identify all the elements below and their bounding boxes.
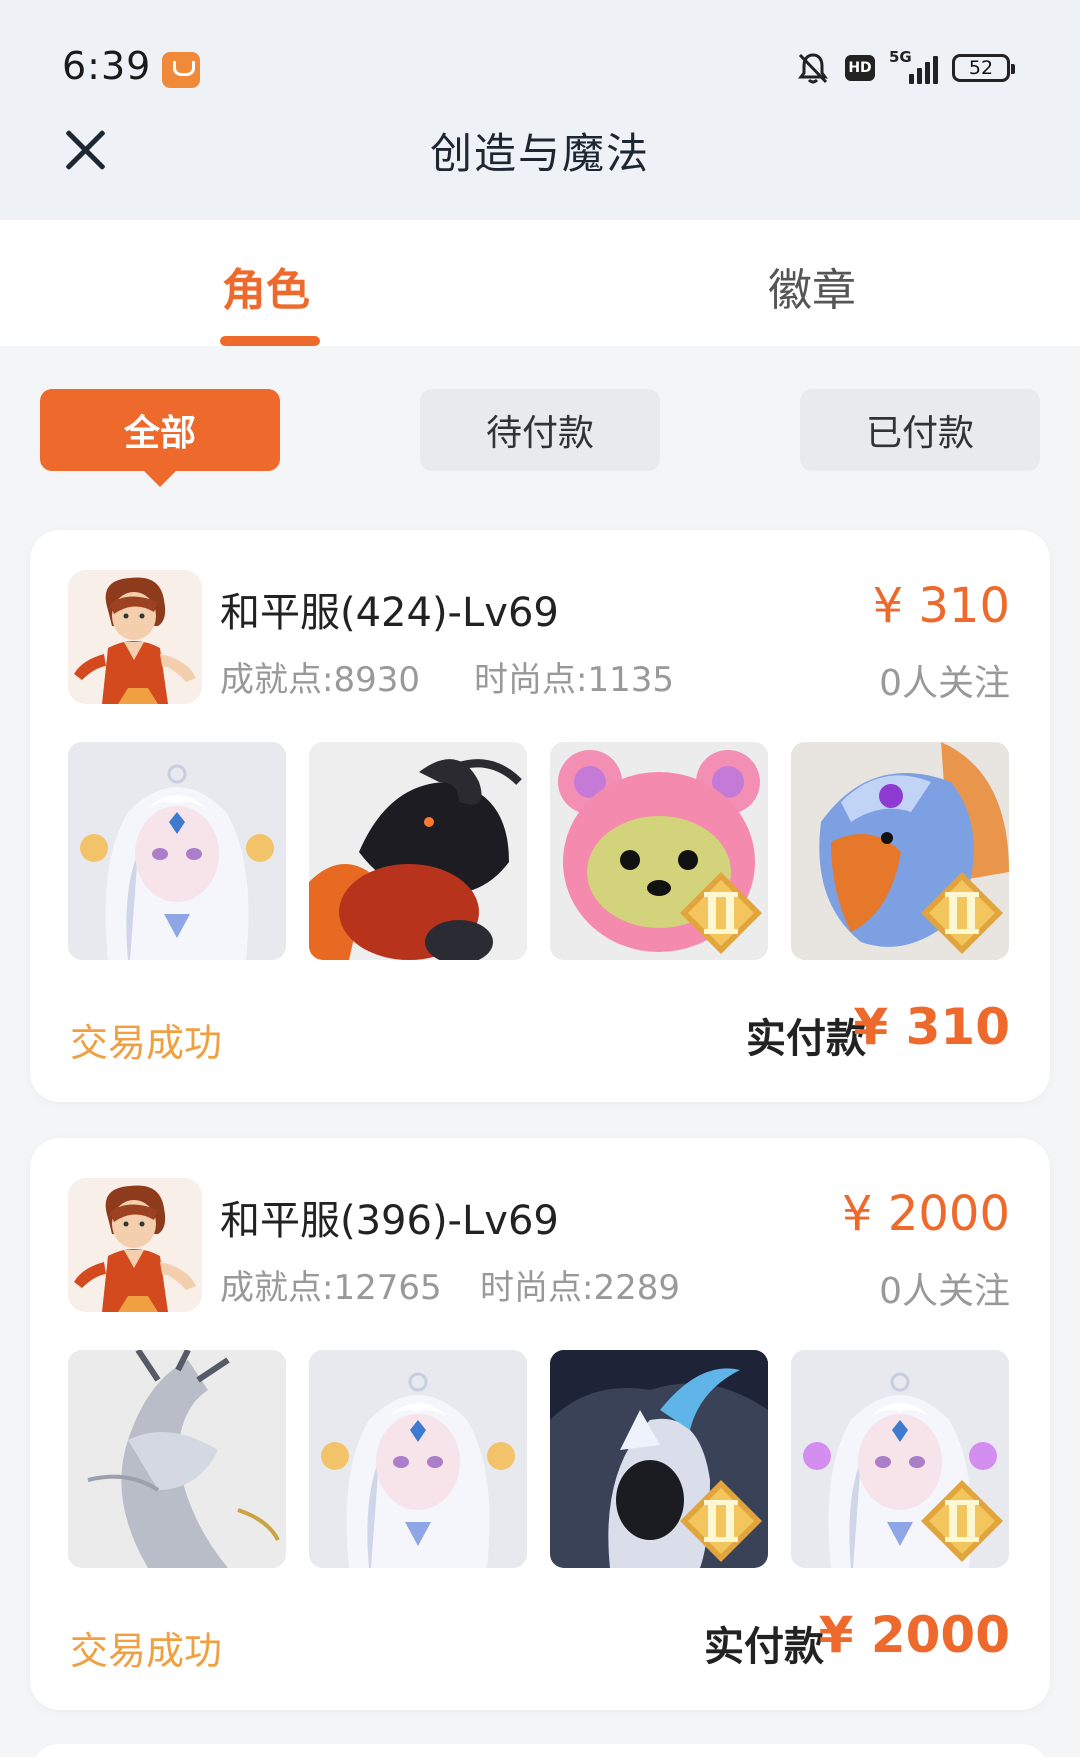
hd-icon: HD xyxy=(845,55,875,81)
page-title: 创造与魔法 xyxy=(429,129,650,178)
rank-badge-icon xyxy=(676,1476,766,1566)
item-thumbnails xyxy=(68,1350,1009,1568)
status-icons: HD 5G 52 xyxy=(795,48,1015,88)
battery-level: 52 xyxy=(968,57,994,79)
next-order-card[interactable] xyxy=(30,1744,1050,1757)
follower-count: 0人关注 xyxy=(879,663,1010,704)
tab-badges[interactable]: 徽章 xyxy=(768,254,856,318)
fashion-points: 时尚点:1135 xyxy=(474,660,674,700)
character-avatar xyxy=(68,570,202,704)
order-status: 交易成功 xyxy=(70,1021,223,1065)
paid-amount: ¥ 2000 xyxy=(818,1606,1010,1664)
server-name: 和平服(396)-Lv69 xyxy=(220,1198,559,1244)
network-label: 5G xyxy=(889,48,912,66)
server-name: 和平服(424)-Lv69 xyxy=(220,590,559,636)
nav-bar: 创造与魔法 xyxy=(0,110,1080,220)
item-thumbnail xyxy=(68,742,286,960)
status-bar: 6:39 HD 5G 52 xyxy=(0,0,1080,110)
paid-label: 实付款 xyxy=(746,1016,866,1062)
order-card[interactable]: 和平服(396)-Lv69 成就点:12765 时尚点:2289 ¥ 2000 … xyxy=(30,1138,1050,1710)
signal-icon: 5G xyxy=(889,48,938,84)
rank-badge-icon xyxy=(917,1476,1007,1566)
follower-count: 0人关注 xyxy=(879,1271,1010,1312)
rank-badge-icon xyxy=(917,868,1007,958)
filter-paid-button[interactable]: 已付款 xyxy=(800,389,1040,471)
item-thumbnail xyxy=(309,742,527,960)
item-thumbnail xyxy=(791,742,1009,960)
active-tab-indicator xyxy=(220,336,320,346)
item-thumbnail xyxy=(791,1350,1009,1568)
item-thumbnail xyxy=(550,742,768,960)
battery-icon: 52 xyxy=(952,54,1015,82)
achievement-points: 成就点:8930 xyxy=(220,660,420,700)
tab-bar: 角色 徽章 xyxy=(0,220,1080,346)
item-thumbnail xyxy=(309,1350,527,1568)
listing-price: ¥ 2000 xyxy=(842,1186,1010,1242)
paid-label: 实付款 xyxy=(704,1624,824,1670)
character-avatar xyxy=(68,1178,202,1312)
rank-badge-icon xyxy=(676,868,766,958)
app-notification-icon xyxy=(162,52,200,88)
item-thumbnail xyxy=(550,1350,768,1568)
order-status: 交易成功 xyxy=(70,1629,223,1673)
status-time: 6:39 xyxy=(62,44,152,88)
item-thumbnails xyxy=(68,742,1009,960)
listing-price: ¥ 310 xyxy=(872,578,1010,634)
order-card[interactable]: 和平服(424)-Lv69 成就点:8930 时尚点:1135 ¥ 310 0人… xyxy=(30,530,1050,1102)
bell-muted-icon xyxy=(795,50,831,86)
achievement-points: 成就点:12765 xyxy=(220,1268,442,1308)
filter-pending-payment-button[interactable]: 待付款 xyxy=(420,389,660,471)
paid-amount: ¥ 310 xyxy=(853,998,1010,1056)
tab-roles[interactable]: 角色 xyxy=(222,254,310,318)
fashion-points: 时尚点:2289 xyxy=(480,1268,680,1308)
filter-all-button[interactable]: 全部 xyxy=(40,389,280,487)
item-thumbnail xyxy=(68,1350,286,1568)
